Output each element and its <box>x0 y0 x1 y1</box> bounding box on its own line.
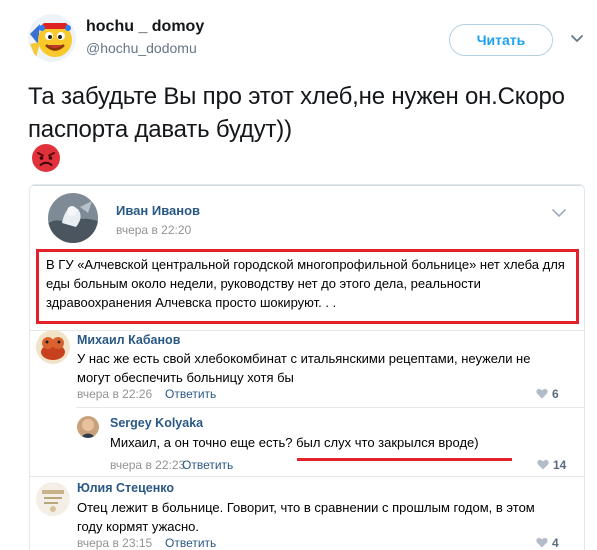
emoji-avatar-icon <box>28 14 76 62</box>
tweet-text: Та забудьте Вы про этот хлеб,не нужен он… <box>28 83 565 143</box>
display-name[interactable]: hochu _ domoy <box>86 18 204 36</box>
chevron-down-icon <box>552 209 566 217</box>
comment-author[interactable]: Sergey Kolyaka <box>110 416 203 430</box>
follow-button[interactable]: Читать <box>449 24 553 56</box>
more-options-button[interactable] <box>570 32 584 46</box>
comment-text: Михаил, а он точно еще есть? был слух чт… <box>110 435 479 450</box>
divider <box>30 185 584 186</box>
post-author-name[interactable]: Иван Иванов <box>116 203 200 218</box>
angry-face-icon <box>31 143 61 173</box>
comment-timestamp[interactable]: вчера в 22:23 <box>110 458 185 472</box>
commenter-avatar[interactable] <box>77 416 99 438</box>
post-timestamp[interactable]: вчера в 22:20 <box>116 223 191 237</box>
heart-icon[interactable] <box>536 388 548 399</box>
comment-author[interactable]: Михаил Кабанов <box>77 333 180 347</box>
reply-link[interactable]: Ответить <box>165 536 216 550</box>
reply-link[interactable]: Ответить <box>182 458 233 472</box>
post-menu-button[interactable] <box>552 205 566 217</box>
post-text: В ГУ «Алчевской центральной городской мн… <box>46 257 565 310</box>
heart-icon[interactable] <box>537 459 549 470</box>
user-avatar[interactable] <box>28 14 76 62</box>
chevron-down-icon <box>571 35 583 42</box>
like-count: 6 <box>552 387 559 401</box>
embedded-screenshot[interactable]: Иван Иванов вчера в 22:20 В ГУ «Алчевско… <box>29 184 585 550</box>
post-author-avatar[interactable] <box>48 193 98 243</box>
heart-icon[interactable] <box>536 537 548 548</box>
comment-timestamp[interactable]: вчера в 23:15 <box>77 536 152 550</box>
divider <box>76 407 584 408</box>
comment-text: У нас же есть свой хлебокомбинат с италь… <box>77 351 531 385</box>
comment-text: Отец лежит в больнице. Говорит, что в ср… <box>77 500 535 534</box>
highlight-underline <box>297 458 512 461</box>
comment-author[interactable]: Юлия Стеценко <box>77 481 174 495</box>
like-count: 14 <box>553 458 567 472</box>
user-handle[interactable]: @hochu_dodomu <box>86 40 197 56</box>
reply-link[interactable]: Ответить <box>165 387 216 401</box>
commenter-avatar[interactable] <box>36 330 70 364</box>
commenter-avatar[interactable] <box>36 482 70 516</box>
divider <box>30 330 584 331</box>
comment-timestamp[interactable]: вчера в 22:26 <box>77 387 152 401</box>
like-count: 4 <box>552 536 559 550</box>
divider <box>30 476 584 477</box>
